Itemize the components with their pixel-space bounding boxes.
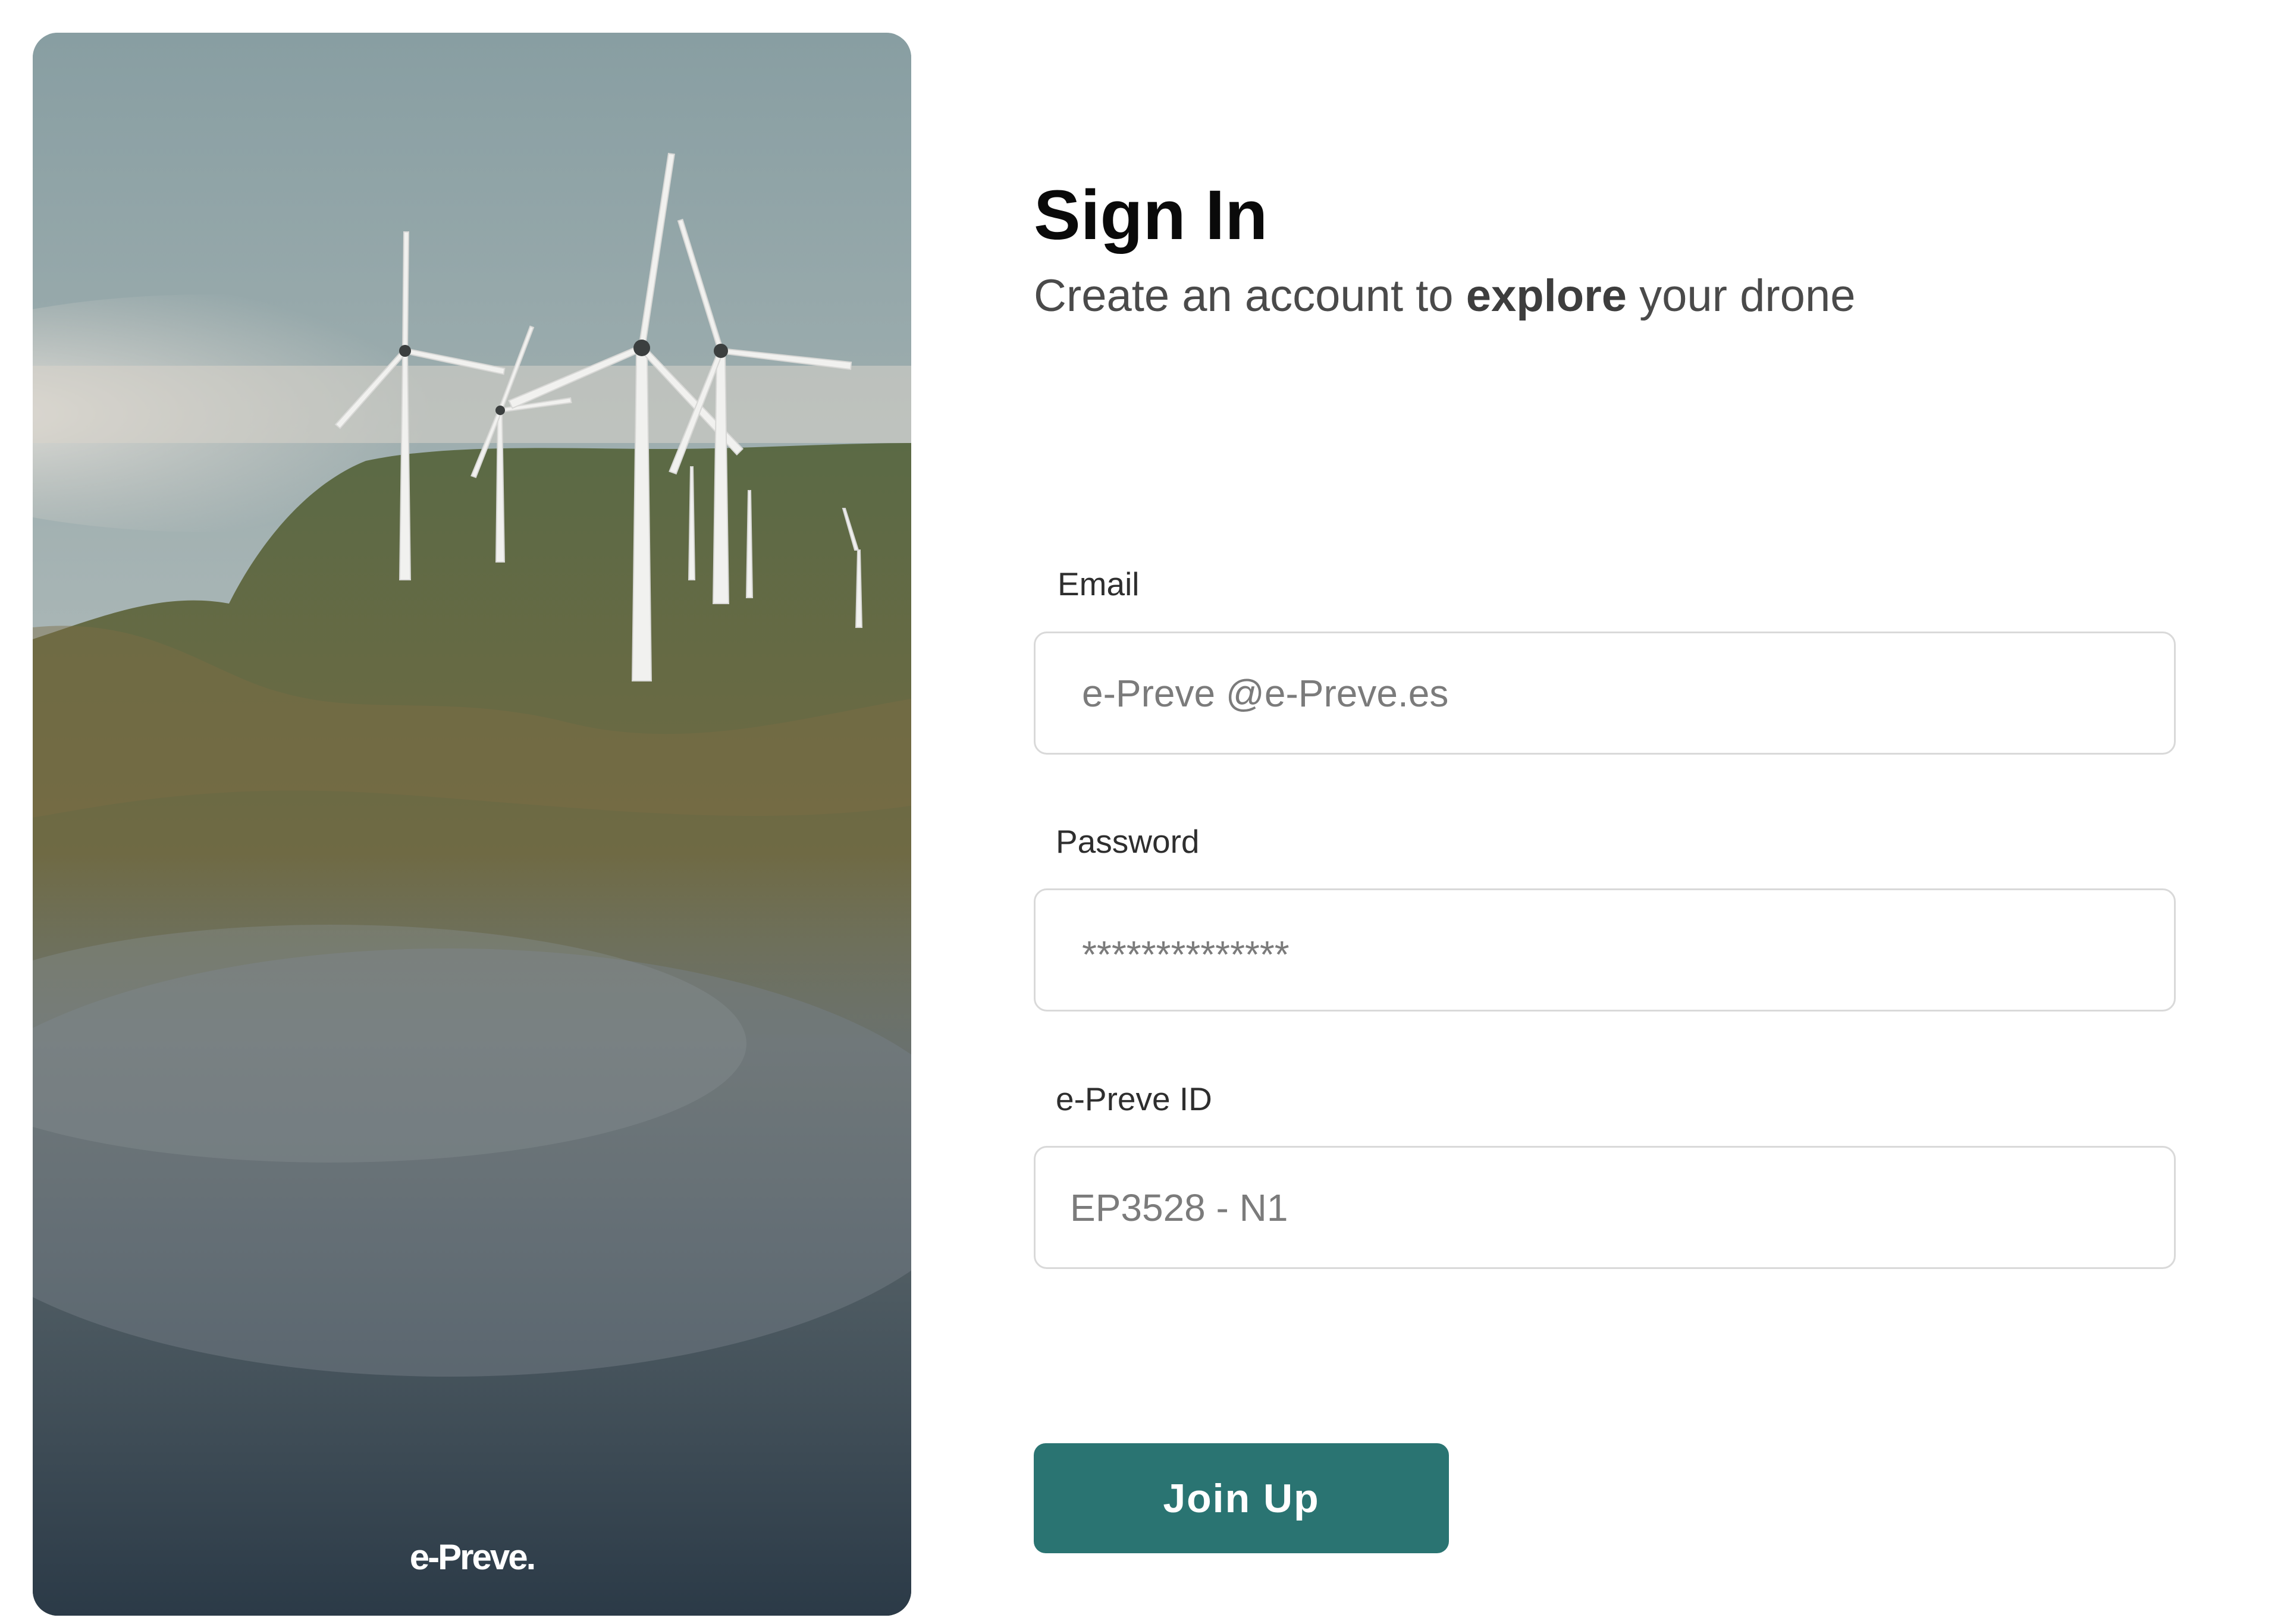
- hero-image-panel: e-Preve.: [33, 33, 911, 1616]
- password-label: Password: [1056, 823, 1200, 860]
- subtitle-emphasis: explore: [1466, 271, 1627, 321]
- email-field-container: [1034, 632, 2176, 755]
- wind-turbine-landscape-image: [33, 33, 911, 1616]
- epreve-id-field-container: [1034, 1146, 2176, 1269]
- page-title: Sign In: [1034, 176, 1268, 255]
- email-label: Email: [1058, 566, 1140, 602]
- password-field-container: [1034, 888, 2176, 1012]
- page-subtitle: Create an account to explore your drone: [1034, 269, 1855, 323]
- password-input[interactable]: [1036, 890, 2174, 1010]
- subtitle-text-before: Create an account to: [1034, 271, 1466, 321]
- brand-logo: e-Preve.: [409, 1537, 537, 1577]
- join-up-button[interactable]: Join Up: [1034, 1443, 1449, 1553]
- epreve-id-input[interactable]: [1036, 1148, 2174, 1267]
- subtitle-text-after: your drone: [1627, 271, 1856, 321]
- email-input[interactable]: [1036, 633, 2174, 753]
- epreve-id-label: e-Preve ID: [1056, 1080, 1212, 1117]
